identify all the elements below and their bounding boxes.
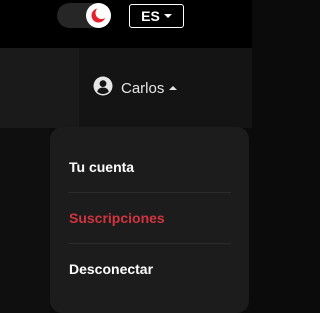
menu-item-logout[interactable]: Desconectar xyxy=(68,244,231,295)
language-label: ES xyxy=(141,8,160,24)
menu-item-account[interactable]: Tu cuenta xyxy=(68,142,231,193)
caret-up-icon xyxy=(169,86,178,90)
top-bar: ES xyxy=(0,0,252,48)
menu-item-subscriptions[interactable]: Suscripciones xyxy=(68,193,231,244)
user-circle-icon xyxy=(93,76,113,100)
caret-down-icon xyxy=(163,14,172,18)
language-selector[interactable]: ES xyxy=(129,4,184,28)
content-background xyxy=(0,128,50,313)
user-dropdown-menu: Tu cuenta Suscripciones Desconectar xyxy=(50,127,249,313)
app-screen: ES Carlos Tu cuenta Suscripciones Descon… xyxy=(0,0,252,313)
user-menu-trigger[interactable]: Carlos xyxy=(93,76,178,100)
theme-toggle[interactable] xyxy=(57,3,111,28)
user-name: Carlos xyxy=(121,79,165,97)
moon-icon xyxy=(86,3,111,28)
header-left-panel xyxy=(0,48,79,128)
